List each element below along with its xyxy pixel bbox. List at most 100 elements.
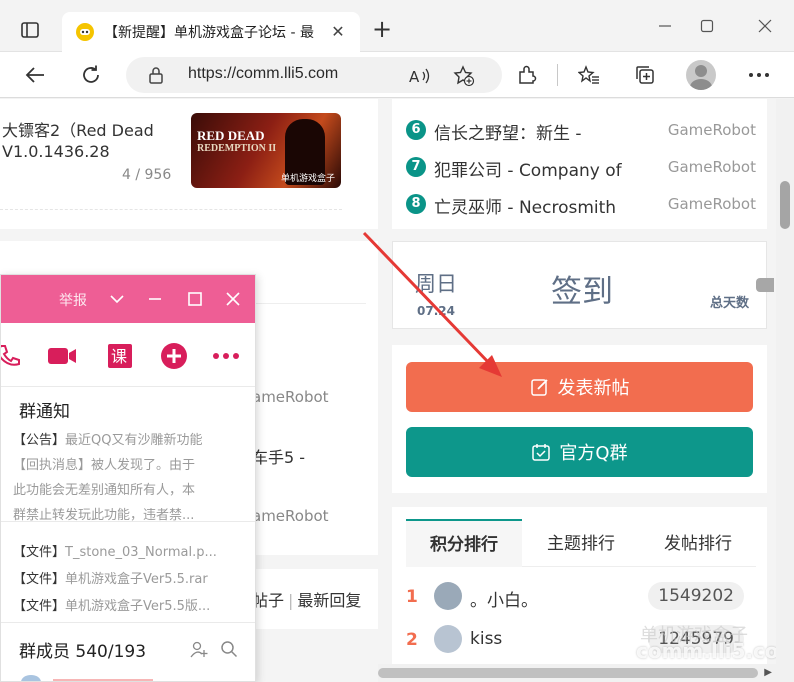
chevron-down-icon[interactable] [105, 287, 129, 311]
file-item[interactable]: 【文件】单机游戏盒子Ver5.5版... [13, 595, 245, 614]
course-icon[interactable]: 课 [105, 341, 135, 371]
add-member-icon[interactable] [189, 639, 209, 659]
group-notice-title: 群通知 [19, 402, 70, 422]
official-qq-group-button[interactable]: 官方Q群 [406, 427, 753, 477]
maximize-icon[interactable] [692, 14, 722, 38]
ranking-username[interactable]: kiss [470, 629, 502, 649]
new-post-button[interactable]: 发表新帖 [406, 362, 753, 412]
user-avatar[interactable] [434, 582, 462, 610]
collections-icon[interactable] [628, 58, 662, 92]
address-bar[interactable]: https://comm.lli5.com A [126, 57, 502, 93]
list-item-author[interactable]: GameRobot [668, 195, 756, 213]
tab-post-ranking[interactable]: 发帖排行 [640, 519, 756, 567]
notice-line: 【公告】最近QQ又有沙雕新功能 [13, 429, 245, 448]
tab-posts[interactable]: 帖子 [252, 591, 284, 610]
tab-actions-icon[interactable] [12, 12, 48, 48]
add-circle-icon[interactable] [159, 341, 189, 371]
notice-line: 此功能会无差别通知所有人，本 [13, 483, 196, 498]
list-item-title[interactable]: 亡灵巫师 - Necrosmith [434, 193, 616, 218]
minimize-icon[interactable] [143, 287, 167, 311]
qq-group-window: 举报 课 群通知 【公告】最近QQ又有沙雕新功能 【回执消息】被人发现了。由于 … [0, 274, 256, 682]
thread-author[interactable]: ameRobot [252, 507, 329, 525]
ranking-score: 1549202 [648, 582, 744, 610]
thread-author[interactable]: ameRobot [252, 388, 329, 406]
list-item[interactable]: 7 犯罪公司 - Company of GameRobot [406, 156, 756, 181]
new-tab-button[interactable]: + [368, 16, 396, 44]
tab-points-ranking[interactable]: 积分排行 [406, 519, 522, 567]
thumbnail-title-line2: REDEMPTION II [197, 143, 277, 154]
tab-close-icon[interactable]: ✕ [328, 22, 348, 42]
chat-bubble-icon[interactable] [756, 278, 774, 292]
group-notice-section[interactable]: 群通知 【公告】最近QQ又有沙雕新功能 【回执消息】被人发现了。由于 此功能会无… [1, 387, 255, 523]
calendar-check-icon [531, 442, 551, 462]
file-name: 单机游戏盒子Ver5.5版... [65, 599, 211, 614]
minimize-icon[interactable] [650, 14, 680, 38]
group-files-section: 【文件】T_stone_03_Normal.p... 【文件】单机游戏盒子Ver… [1, 523, 255, 623]
vertical-scrollbar[interactable] [776, 99, 794, 664]
horizontal-scroll-thumb[interactable] [378, 668, 758, 678]
thumbnail-watermark: 单机游戏盒子 [280, 174, 335, 184]
browser-tab[interactable]: 【新提醒】单机游戏盒子论坛 - 最 ✕ [62, 12, 360, 52]
action-card: 发表新帖 官方Q群 [392, 345, 767, 493]
ranking-username[interactable]: 。小白。 [470, 586, 538, 611]
file-item[interactable]: 【文件】T_stone_03_Normal.p... [13, 541, 245, 560]
user-avatar[interactable] [434, 625, 462, 653]
post-title-line2[interactable]: V1.0.1436.28 [2, 142, 110, 161]
back-arrow-icon[interactable] [18, 58, 52, 92]
lock-icon[interactable] [148, 66, 164, 88]
post-thumbnail[interactable]: RED DEAD REDEMPTION II 单机游戏盒子 [191, 113, 341, 188]
browser-tab-bar: 【新提醒】单机游戏盒子论坛 - 最 ✕ + [0, 0, 794, 52]
notice-line: 【回执消息】被人发现了。由于 [13, 458, 196, 473]
favorites-icon[interactable] [572, 58, 606, 92]
list-item[interactable]: 6 信长之野望：新生 - GameRobot [406, 119, 756, 144]
more-dots-icon[interactable] [211, 341, 241, 371]
scroll-right-arrow-icon[interactable]: ▶ [764, 667, 772, 678]
sign-in-panel: 周日 07.24 签到 总天数 [401, 242, 761, 328]
refresh-icon[interactable] [74, 58, 108, 92]
vertical-scroll-thumb[interactable] [780, 181, 790, 229]
maximize-icon[interactable] [183, 287, 207, 311]
notice-line: 群禁止转发玩此功能，违者禁... [13, 508, 195, 523]
report-link[interactable]: 举报 [59, 290, 87, 310]
rank-number-badge: 7 [406, 157, 426, 177]
ranking-position: 1 [406, 587, 418, 607]
thread-title[interactable]: 车手5 - [252, 444, 305, 468]
member-avatar[interactable] [21, 675, 41, 681]
file-item[interactable]: 【文件】单机游戏盒子Ver5.5.rar [13, 568, 245, 587]
add-favorite-icon[interactable] [452, 64, 476, 88]
notice-text: 最近QQ又有沙雕新功能 [65, 433, 203, 448]
file-tag: 【文件】 [13, 545, 66, 560]
group-members-section: 群成员 540/193 [1, 623, 255, 681]
read-aloud-icon[interactable]: A [408, 64, 432, 88]
official-qq-group-label: 官方Q群 [559, 443, 628, 464]
address-url[interactable]: https://comm.lli5.com [188, 65, 338, 83]
thumbnail-game-title: RED DEAD REDEMPTION II [197, 129, 276, 155]
horizontal-scrollbar[interactable]: ▶ [378, 664, 794, 682]
site-watermark: comm.lli5.com [636, 639, 794, 663]
list-item[interactable]: 8 亡灵巫师 - Necrosmith GameRobot [406, 193, 756, 218]
tab-latest-reply[interactable]: 最新回复 [297, 591, 361, 610]
sign-in-button[interactable]: 签到 [551, 266, 613, 311]
hot-thread-list: 6 信长之野望：新生 - GameRobot 7 犯罪公司 - Company … [392, 99, 767, 229]
ranking-tabs: 积分排行 主题排行 发帖排行 [406, 519, 756, 567]
file-tag: 【文件】 [13, 599, 66, 614]
search-icon[interactable] [219, 639, 239, 659]
list-item-title[interactable]: 犯罪公司 - Company of [434, 156, 622, 181]
close-icon[interactable] [221, 287, 245, 311]
list-item-author[interactable]: GameRobot [668, 158, 756, 176]
phone-icon[interactable] [1, 341, 23, 371]
file-name: T_stone_03_Normal.p... [65, 545, 217, 560]
profile-avatar[interactable] [686, 60, 716, 90]
extensions-icon[interactable] [510, 58, 544, 92]
toolbar-separator [557, 64, 558, 86]
ranking-row[interactable]: 1 。小白。 1549202 [406, 581, 756, 613]
window-close-icon[interactable] [750, 14, 780, 38]
sign-in-weekday: 周日 [415, 272, 457, 296]
more-menu-icon[interactable] [742, 58, 776, 92]
tab-topic-ranking[interactable]: 主题排行 [522, 519, 640, 567]
video-call-icon[interactable] [47, 341, 77, 371]
post-divider [0, 209, 342, 210]
post-title-line1[interactable]: 大镖客2（Red Dead [2, 117, 154, 141]
list-item-title[interactable]: 信长之野望：新生 - [434, 119, 582, 144]
list-item-author[interactable]: GameRobot [668, 121, 756, 139]
